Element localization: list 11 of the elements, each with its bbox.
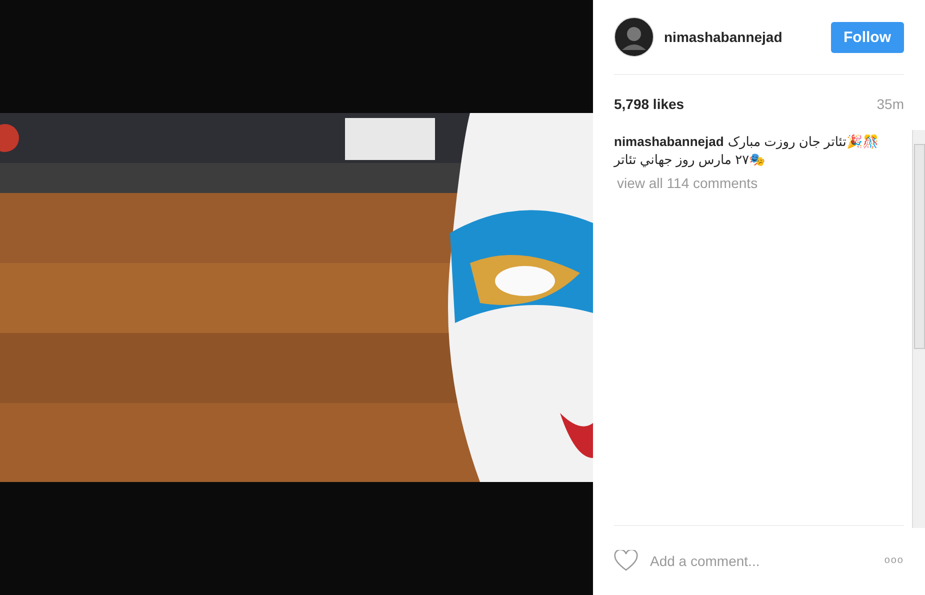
post-time: 35m bbox=[876, 96, 904, 112]
avatar[interactable] bbox=[614, 17, 654, 57]
scrollbar-thumb[interactable] bbox=[914, 144, 924, 349]
caption-text: 🎭۲۷ مارس روز جهاني تئاتر bbox=[614, 151, 766, 169]
scrollbar[interactable] bbox=[912, 130, 925, 528]
username[interactable]: nimashabannejad bbox=[664, 29, 820, 45]
more-button[interactable]: ooo bbox=[884, 555, 904, 566]
follow-button[interactable]: Follow bbox=[830, 22, 904, 52]
likes-count[interactable]: 5,798 likes bbox=[614, 96, 684, 112]
view-comments-link[interactable]: view all 114 comments bbox=[614, 175, 894, 191]
heart-icon[interactable] bbox=[614, 550, 638, 572]
